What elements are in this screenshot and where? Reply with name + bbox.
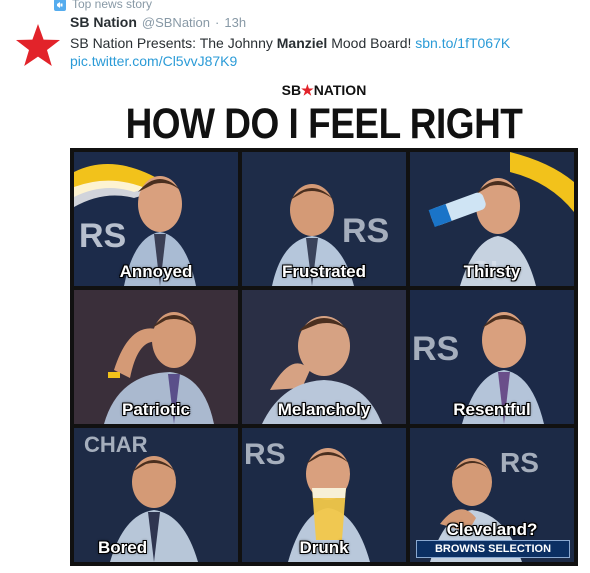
mood-cell-resentful: RS Resentful — [410, 290, 574, 424]
caption-cleveland: Cleveland? — [446, 520, 538, 539]
tweet-text-pre: SB Nation Presents: The Johnny — [70, 35, 277, 51]
mood-cell-bored: CHAR Bored — [74, 428, 238, 562]
tweet-text-post: Mood Board! — [327, 35, 416, 51]
brand-right: NATION — [313, 82, 367, 98]
svg-text:RS: RS — [244, 438, 286, 471]
tweet-header: SB Nation @SBNation · 13h — [70, 14, 246, 32]
avatar[interactable] — [14, 22, 62, 70]
author-handle[interactable]: @SBNation — [142, 15, 210, 30]
mood-cell-cleveland: RS Cleveland? BROWNS SELECTION — [410, 428, 574, 562]
mood-cell-frustrated: RS Frustrated — [242, 152, 406, 286]
megaphone-icon — [54, 0, 66, 11]
author-name[interactable]: SB Nation — [70, 14, 137, 30]
browns-selection-banner: BROWNS SELECTION — [416, 540, 570, 558]
caption-melancholy: Melancholy — [277, 400, 371, 419]
tweet-link-pic[interactable]: pic.twitter.com/Cl5vvJ87K9 — [70, 53, 237, 69]
tweet-text-bold: Manziel — [276, 35, 328, 51]
caption-drunk: Drunk — [299, 538, 349, 557]
caption-bored: Bored — [98, 538, 148, 557]
mood-cell-drunk: RS Drunk — [242, 428, 406, 562]
mood-cell-melancholy: Melancholy — [242, 290, 406, 424]
caption-annoyed: Annoyed — [119, 262, 193, 281]
red-star-icon — [16, 24, 60, 66]
tweet-media-image[interactable]: SB★NATION HOW DO I FEEL RIGHT NOW? RS An… — [70, 78, 578, 570]
caption-resentful: Resentful — [453, 400, 531, 419]
caption-frustrated: Frustrated — [281, 262, 367, 281]
svg-text:RS: RS — [412, 330, 459, 368]
svg-text:CHAR: CHAR — [84, 432, 148, 457]
brand-logo: SB★NATION — [70, 82, 578, 99]
svg-text:RS: RS — [342, 212, 389, 250]
timestamp[interactable]: 13h — [224, 15, 246, 30]
svg-text:RS: RS — [500, 447, 539, 478]
svg-text:RS: RS — [79, 217, 126, 255]
tweet-link-short[interactable]: sbn.to/1fT067K — [415, 35, 510, 51]
caption-patriotic: Patriotic — [121, 400, 191, 419]
mood-grid: RS Annoyed RS Frustrated CI Thirsty Patr… — [70, 148, 578, 566]
tweet-text: SB Nation Presents: The Johnny Manziel M… — [70, 34, 580, 70]
mood-cell-patriotic: Patriotic — [74, 290, 238, 424]
separator: · — [215, 15, 220, 30]
mood-cell-annoyed: RS Annoyed — [74, 152, 238, 286]
context-label[interactable]: Top news story — [72, 0, 152, 11]
mood-cell-thirsty: CI Thirsty — [410, 152, 574, 286]
caption-thirsty: Thirsty — [463, 262, 521, 281]
context-row: Top news story — [54, 0, 152, 12]
brand-star: ★ — [301, 82, 314, 98]
brand-left: SB — [281, 82, 302, 98]
